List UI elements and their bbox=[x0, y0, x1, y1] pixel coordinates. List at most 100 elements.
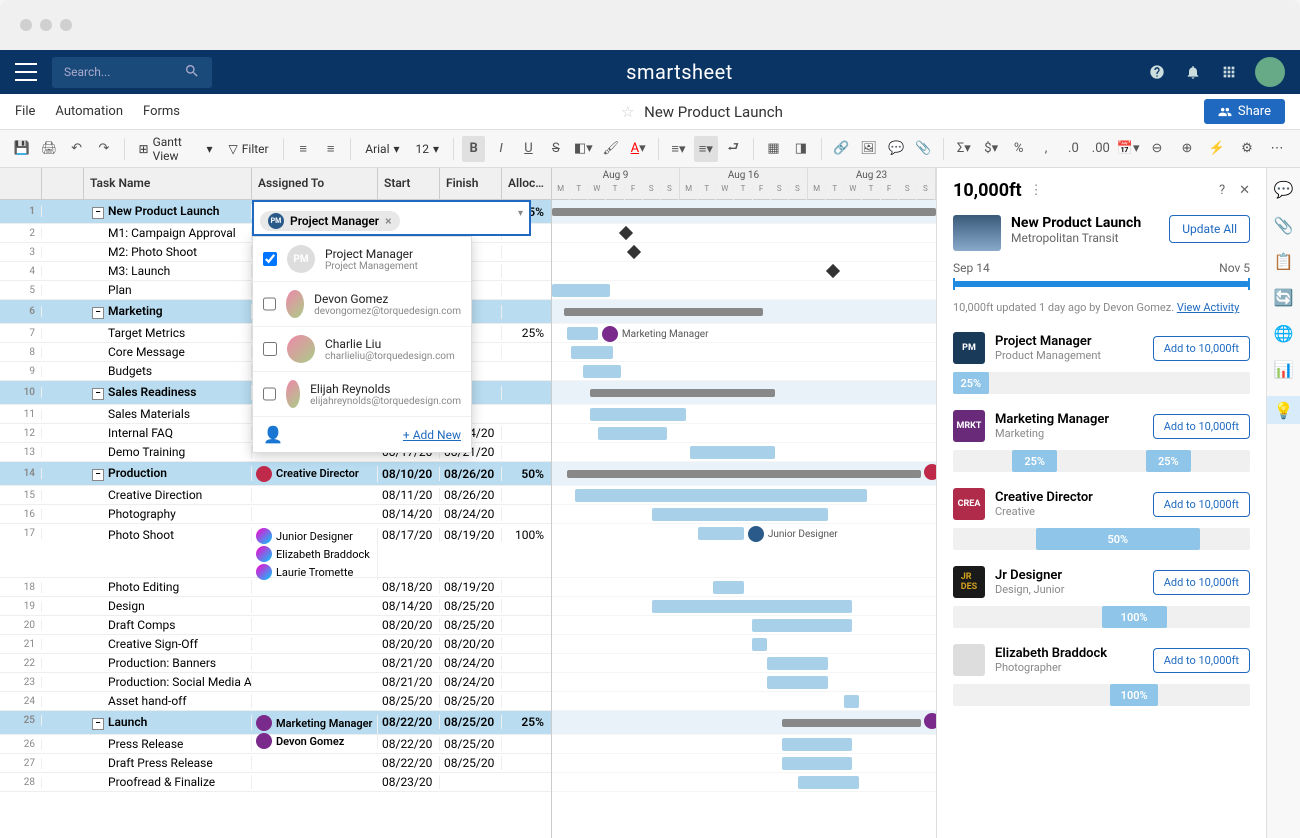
paint-button[interactable]: 🖌 bbox=[599, 136, 622, 162]
redo-icon[interactable]: ↷ bbox=[92, 136, 115, 162]
bold-button[interactable]: B bbox=[462, 136, 485, 162]
format-button[interactable]: ▦ bbox=[762, 136, 785, 162]
gantt-bar[interactable] bbox=[564, 308, 764, 316]
contact-option[interactable]: Devon Gomezdevongomez@torquedesign.com bbox=[253, 282, 471, 327]
contact-option[interactable]: PMProject ManagerProject Management bbox=[253, 237, 471, 282]
sum-icon[interactable]: Σ▾ bbox=[952, 136, 975, 162]
contact-checkbox[interactable] bbox=[263, 297, 276, 311]
add-to-10000ft-button[interactable]: Add to 10,000ft bbox=[1153, 570, 1250, 595]
col-header-assigned[interactable]: Assigned To bbox=[252, 168, 378, 199]
gantt-bar[interactable] bbox=[552, 208, 936, 216]
col-header-start[interactable]: Start bbox=[378, 168, 440, 199]
align-icon[interactable]: ≡ bbox=[292, 136, 315, 162]
zoom-out-icon[interactable]: ⊖ bbox=[1144, 136, 1170, 162]
strike-button[interactable]: S bbox=[544, 136, 567, 162]
percent-icon[interactable]: % bbox=[1007, 136, 1030, 162]
dec-dec-icon[interactable]: .00 bbox=[1089, 136, 1112, 162]
table-row[interactable]: 28Proofread & Finalize08/23/20 bbox=[0, 773, 551, 792]
gantt-bar[interactable] bbox=[752, 638, 767, 651]
star-icon[interactable]: ☆ bbox=[621, 103, 634, 121]
menu-file[interactable]: File bbox=[15, 104, 35, 119]
gantt-bar[interactable] bbox=[652, 508, 829, 521]
gantt-bar[interactable] bbox=[590, 408, 686, 421]
gantt-bar[interactable] bbox=[844, 695, 859, 708]
view-dropdown[interactable]: ⊞ Gantt View ▾ bbox=[133, 131, 219, 167]
table-row[interactable]: 17Photo ShootJunior DesignerElizabeth Br… bbox=[0, 524, 551, 578]
rail-resource-icon[interactable]: 💡 bbox=[1267, 396, 1300, 424]
menu-automation[interactable]: Automation bbox=[55, 104, 123, 119]
window-min-dot[interactable] bbox=[40, 19, 52, 31]
gantt-bar[interactable] bbox=[690, 446, 774, 459]
gantt-bar[interactable] bbox=[652, 600, 852, 613]
gantt-area[interactable]: Aug 9MTWTFSSAug 16MTWTFSSAug 23MTWTFSS P… bbox=[552, 168, 936, 838]
italic-button[interactable]: I bbox=[489, 136, 512, 162]
table-row[interactable]: 18Photo Editing08/18/2008/19/20 bbox=[0, 578, 551, 597]
contact-checkbox[interactable] bbox=[263, 387, 276, 401]
rail-attach-icon[interactable]: 📎 bbox=[1275, 216, 1293, 234]
share-button[interactable]: Share bbox=[1204, 99, 1285, 124]
link-icon[interactable]: 🔗 bbox=[830, 136, 853, 162]
window-close-dot[interactable] bbox=[20, 19, 32, 31]
help-icon[interactable] bbox=[1147, 62, 1167, 82]
print-icon[interactable]: 🖨 bbox=[37, 136, 60, 162]
add-to-10000ft-button[interactable]: Add to 10,000ft bbox=[1153, 648, 1250, 673]
more-icon[interactable]: ⋯ bbox=[1264, 136, 1290, 162]
contact-card-icon[interactable]: 👤 bbox=[263, 425, 283, 444]
add-to-10000ft-button[interactable]: Add to 10,000ft bbox=[1153, 336, 1250, 361]
save-icon[interactable]: 💾 bbox=[10, 136, 33, 162]
bell-icon[interactable] bbox=[1183, 62, 1203, 82]
settings-icon[interactable]: ⚙ bbox=[1234, 136, 1260, 162]
underline-button[interactable]: U bbox=[517, 136, 540, 162]
table-row[interactable]: 15Creative Direction08/11/2008/26/20 bbox=[0, 486, 551, 505]
wrap-button[interactable]: ⮐ bbox=[722, 136, 745, 162]
align-left-button[interactable]: ≡▾ bbox=[667, 136, 690, 162]
gantt-milestone[interactable] bbox=[619, 226, 633, 240]
table-row[interactable]: 24Asset hand-off08/25/2008/25/20 bbox=[0, 692, 551, 711]
dropdown-icon[interactable]: ▾ bbox=[518, 208, 523, 219]
text-color-button[interactable]: A▾ bbox=[626, 136, 649, 162]
menu-forms[interactable]: Forms bbox=[143, 104, 180, 119]
gantt-bar[interactable] bbox=[782, 757, 851, 770]
table-row[interactable]: 23Production: Social Media Art08/21/2008… bbox=[0, 673, 551, 692]
apps-icon[interactable] bbox=[1219, 62, 1239, 82]
align-mid-button[interactable]: ≡▾ bbox=[694, 136, 717, 162]
gantt-bar[interactable] bbox=[598, 427, 667, 440]
gantt-bar[interactable] bbox=[767, 657, 828, 670]
currency-icon[interactable]: $▾ bbox=[980, 136, 1003, 162]
table-row[interactable]: 14−ProductionCreative Director08/10/2008… bbox=[0, 462, 551, 486]
update-all-button[interactable]: Update All bbox=[1169, 215, 1250, 243]
gantt-bar[interactable] bbox=[590, 389, 774, 397]
contact-option[interactable]: Elijah Reynoldselijahreynolds@torquedesi… bbox=[253, 372, 471, 417]
image-icon[interactable]: 🖼 bbox=[857, 136, 880, 162]
window-max-dot[interactable] bbox=[60, 19, 72, 31]
gantt-bar[interactable] bbox=[575, 489, 867, 502]
gantt-bar[interactable] bbox=[798, 776, 859, 789]
highlight-button[interactable]: ◨ bbox=[789, 136, 812, 162]
col-header-alloc[interactable]: Allocati... bbox=[502, 168, 550, 199]
comment-icon[interactable]: 💬 bbox=[884, 136, 907, 162]
gantt-bar[interactable] bbox=[552, 284, 610, 297]
comma-icon[interactable]: , bbox=[1034, 136, 1057, 162]
rail-publish-icon[interactable]: 🌐 bbox=[1275, 324, 1293, 342]
gantt-milestone[interactable] bbox=[627, 245, 641, 259]
gantt-bar[interactable] bbox=[698, 527, 744, 540]
fill-color-button[interactable]: ◧▾ bbox=[572, 136, 595, 162]
rail-update-icon[interactable]: 🔄 bbox=[1275, 288, 1293, 306]
filter-button[interactable]: ▽ Filter bbox=[223, 138, 275, 160]
critical-path-icon[interactable]: ⚡ bbox=[1204, 136, 1230, 162]
chip-remove-icon[interactable]: × bbox=[385, 214, 391, 228]
gantt-bar[interactable] bbox=[767, 676, 828, 689]
rail-comments-icon[interactable]: 💬 bbox=[1275, 180, 1293, 198]
col-header-finish[interactable]: Finish bbox=[440, 168, 502, 199]
table-row[interactable]: 26Press Release08/22/2008/25/20 bbox=[0, 735, 551, 754]
gantt-bar[interactable] bbox=[583, 365, 621, 378]
menu-icon[interactable] bbox=[15, 63, 37, 81]
user-avatar[interactable] bbox=[1255, 57, 1285, 87]
panel-menu-icon[interactable]: ⋮ bbox=[1030, 183, 1043, 198]
contact-option[interactable]: Charlie Liucharlieliu@torquedesign.com bbox=[253, 327, 471, 372]
add-new-contact-link[interactable]: + Add New bbox=[403, 428, 461, 442]
gantt-bar[interactable] bbox=[752, 619, 852, 632]
table-row[interactable]: 27Draft Press Release08/22/2008/25/20 bbox=[0, 754, 551, 773]
gantt-bar[interactable] bbox=[713, 581, 744, 594]
gantt-bar[interactable] bbox=[567, 470, 920, 478]
